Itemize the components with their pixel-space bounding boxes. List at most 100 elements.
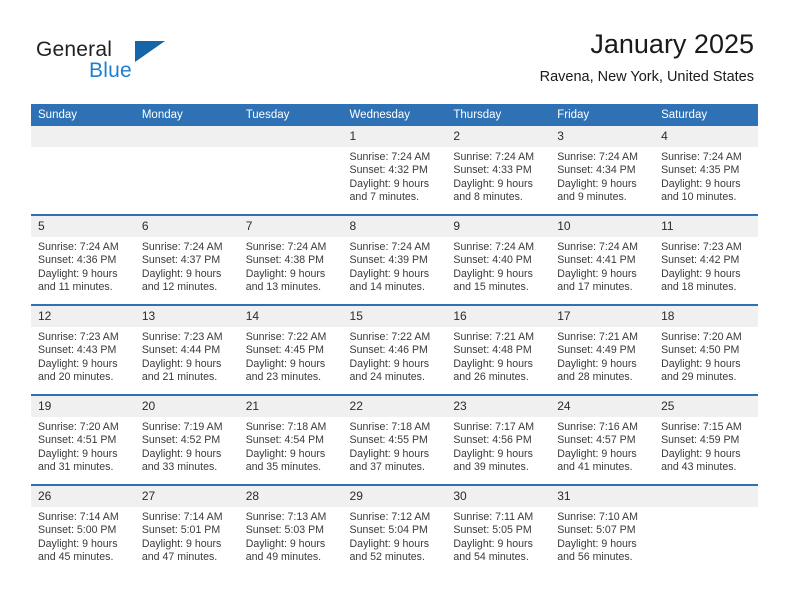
calendar-day-cell[interactable]: 20 Sunrise: 7:19 AM Sunset: 4:52 PM Dayligh… bbox=[134, 394, 239, 485]
day-details: Sunrise: 7:20 AM Sunset: 4:50 PM Daylight:… bbox=[654, 327, 758, 385]
calendar-day-cell[interactable]: 13 Sunrise: 7:23 AM Sunset: 4:44 PM Dayligh… bbox=[134, 304, 239, 395]
day-details: Sunrise: 7:23 AM Sunset: 4:44 PM Daylight:… bbox=[135, 327, 239, 385]
daylight-text-line1: Daylight: 9 hours bbox=[557, 357, 637, 370]
day-number: 14 bbox=[238, 306, 343, 327]
calendar-day-cell[interactable]: 10 Sunrise: 7:24 AM Sunset: 4:41 PM Dayligh… bbox=[550, 214, 655, 305]
calendar-day-cell[interactable]: 16 Sunrise: 7:21 AM Sunset: 4:48 PM Dayligh… bbox=[446, 304, 551, 395]
day-number: 26 bbox=[31, 486, 135, 507]
calendar-day-cell[interactable]: 28 Sunrise: 7:13 AM Sunset: 5:03 PM Dayligh… bbox=[238, 484, 343, 574]
calendar-day-cell[interactable]: 29 Sunrise: 7:12 AM Sunset: 5:04 PM Dayligh… bbox=[342, 484, 447, 574]
sunrise-text: Sunrise: 7:12 AM bbox=[349, 511, 431, 523]
calendar-day-cell[interactable]: 5 Sunrise: 7:24 AM Sunset: 4:36 PM Daylight… bbox=[31, 214, 135, 305]
daylight-text-line2: and 31 minutes. bbox=[38, 461, 114, 474]
daylight-text-line1: Daylight: 9 hours bbox=[557, 447, 637, 460]
daylight-text-line1: Daylight: 9 hours bbox=[349, 537, 430, 550]
day-details: Sunrise: 7:21 AM Sunset: 4:48 PM Daylight:… bbox=[446, 327, 550, 385]
calendar-page: General Blue January 2025 Ravena, New Yo… bbox=[0, 0, 792, 612]
daylight-text-line1: Daylight: 9 hours bbox=[141, 267, 222, 280]
day-number: 7 bbox=[238, 216, 343, 237]
day-details: Sunrise: 7:24 AM Sunset: 4:39 PM Daylight:… bbox=[343, 237, 447, 295]
calendar-day-cell[interactable]: 12 Sunrise: 7:23 AM Sunset: 4:43 PM Dayligh… bbox=[31, 304, 135, 395]
sunrise-text: Sunrise: 7:23 AM bbox=[661, 241, 742, 253]
calendar-day-cell[interactable]: 27 Sunrise: 7:14 AM Sunset: 5:01 PM Dayligh… bbox=[134, 484, 239, 574]
sunset-text: Sunset: 4:51 PM bbox=[38, 434, 117, 447]
calendar-day-cell[interactable]: 18 Sunrise: 7:20 AM Sunset: 4:50 PM Dayligh… bbox=[654, 304, 758, 395]
sunrise-text: Sunrise: 7:23 AM bbox=[141, 331, 223, 343]
calendar-day-cell[interactable]: 24 Sunrise: 7:16 AM Sunset: 4:57 PM Dayligh… bbox=[550, 394, 655, 485]
calendar-day-cell[interactable]: 25 Sunrise: 7:15 AM Sunset: 4:59 PM Dayligh… bbox=[654, 394, 758, 485]
daylight-text-line2: and 8 minutes. bbox=[453, 191, 523, 204]
daylight-text-line1: Daylight: 9 hours bbox=[245, 267, 326, 280]
daylight-text-line2: and 45 minutes. bbox=[38, 551, 114, 564]
sunset-text: Sunset: 4:43 PM bbox=[38, 344, 117, 357]
daylight-text-line1: Daylight: 9 hours bbox=[661, 267, 741, 280]
day-details: Sunrise: 7:24 AM Sunset: 4:36 PM Daylight:… bbox=[31, 237, 135, 295]
sunrise-text: Sunrise: 7:24 AM bbox=[661, 151, 742, 163]
day-details: Sunrise: 7:14 AM Sunset: 5:00 PM Daylight:… bbox=[31, 507, 135, 565]
daylight-text-line2: and 54 minutes. bbox=[453, 551, 529, 564]
daylight-text-line2: and 14 minutes. bbox=[349, 281, 425, 294]
sunset-text: Sunset: 4:33 PM bbox=[453, 164, 532, 177]
sunset-text: Sunset: 4:45 PM bbox=[245, 344, 325, 357]
weekday-header-monday: Monday bbox=[134, 104, 239, 126]
day-details: Sunrise: 7:15 AM Sunset: 4:59 PM Daylight:… bbox=[654, 417, 758, 475]
day-number: 24 bbox=[550, 396, 655, 417]
calendar-day-cell[interactable]: 30 Sunrise: 7:11 AM Sunset: 5:05 PM Dayligh… bbox=[446, 484, 551, 574]
sunrise-text: Sunrise: 7:23 AM bbox=[38, 331, 119, 343]
sunrise-text: Sunrise: 7:10 AM bbox=[557, 511, 638, 523]
daylight-text-line2: and 52 minutes. bbox=[349, 551, 425, 564]
daylight-text-line1: Daylight: 9 hours bbox=[141, 537, 222, 550]
calendar-day-cell[interactable]: 21 Sunrise: 7:18 AM Sunset: 4:54 PM Dayligh… bbox=[238, 394, 343, 485]
day-number bbox=[238, 126, 343, 147]
sunset-text: Sunset: 4:39 PM bbox=[349, 254, 428, 267]
calendar-day-cell[interactable]: 3 Sunrise: 7:24 AM Sunset: 4:34 PM Daylight… bbox=[550, 126, 655, 215]
calendar-day-cell[interactable]: 22 Sunrise: 7:18 AM Sunset: 4:55 PM Dayligh… bbox=[342, 394, 447, 485]
calendar-day-cell[interactable]: 7 Sunrise: 7:24 AM Sunset: 4:38 PM Daylight… bbox=[238, 214, 343, 305]
sunrise-text: Sunrise: 7:11 AM bbox=[453, 511, 534, 523]
daylight-text-line2: and 33 minutes. bbox=[141, 461, 218, 474]
day-number: 13 bbox=[134, 306, 239, 327]
day-details: Sunrise: 7:23 AM Sunset: 4:43 PM Daylight:… bbox=[31, 327, 135, 385]
daylight-text-line1: Daylight: 9 hours bbox=[557, 267, 637, 280]
calendar-day-cell[interactable]: 9 Sunrise: 7:24 AM Sunset: 4:40 PM Daylight… bbox=[446, 214, 551, 305]
calendar-day-cell[interactable]: 2 Sunrise: 7:24 AM Sunset: 4:33 PM Daylight… bbox=[446, 126, 551, 215]
weekday-header-wednesday: Wednesday bbox=[342, 104, 447, 126]
sunrise-text: Sunrise: 7:20 AM bbox=[661, 331, 742, 343]
sunset-text: Sunset: 4:49 PM bbox=[557, 344, 636, 357]
day-details: Sunrise: 7:10 AM Sunset: 5:07 PM Daylight:… bbox=[550, 507, 654, 565]
sunrise-text: Sunrise: 7:24 AM bbox=[245, 241, 327, 253]
daylight-text-line2: and 39 minutes. bbox=[453, 461, 529, 474]
sunset-text: Sunset: 4:55 PM bbox=[349, 434, 428, 447]
sunset-text: Sunset: 4:35 PM bbox=[661, 164, 740, 177]
calendar-day-cell[interactable]: 31 Sunrise: 7:10 AM Sunset: 5:07 PM Dayligh… bbox=[550, 484, 655, 574]
day-details: Sunrise: 7:24 AM Sunset: 4:38 PM Daylight:… bbox=[239, 237, 343, 295]
sunset-text: Sunset: 4:41 PM bbox=[557, 254, 636, 267]
sunset-text: Sunset: 4:38 PM bbox=[245, 254, 325, 267]
day-number: 4 bbox=[654, 126, 758, 147]
sunrise-text: Sunrise: 7:21 AM bbox=[557, 331, 638, 343]
daylight-text-line2: and 35 minutes. bbox=[245, 461, 322, 474]
daylight-text-line2: and 10 minutes. bbox=[661, 191, 737, 204]
calendar-day-cell[interactable]: 1 Sunrise: 7:24 AM Sunset: 4:32 PM Daylight… bbox=[342, 126, 447, 215]
logo-text-blue: Blue bbox=[89, 59, 132, 82]
day-number: 11 bbox=[654, 216, 758, 237]
sunrise-text: Sunrise: 7:16 AM bbox=[557, 421, 638, 433]
calendar-day-cell[interactable]: 17 Sunrise: 7:21 AM Sunset: 4:49 PM Dayligh… bbox=[550, 304, 655, 395]
sunrise-text: Sunrise: 7:24 AM bbox=[453, 151, 535, 163]
logo-triangle-icon bbox=[135, 41, 165, 62]
day-details: Sunrise: 7:20 AM Sunset: 4:51 PM Daylight:… bbox=[31, 417, 135, 475]
calendar-day-cell[interactable]: 26 Sunrise: 7:14 AM Sunset: 5:00 PM Dayligh… bbox=[31, 484, 135, 574]
day-number: 31 bbox=[550, 486, 655, 507]
sunrise-text: Sunrise: 7:24 AM bbox=[141, 241, 223, 253]
calendar-day-cell[interactable]: 11 Sunrise: 7:23 AM Sunset: 4:42 PM Dayligh… bbox=[654, 214, 758, 305]
sunset-text: Sunset: 4:36 PM bbox=[38, 254, 117, 267]
calendar-day-cell[interactable]: 8 Sunrise: 7:24 AM Sunset: 4:39 PM Daylight… bbox=[342, 214, 447, 305]
calendar-day-cell[interactable]: 6 Sunrise: 7:24 AM Sunset: 4:37 PM Daylight… bbox=[134, 214, 239, 305]
sunset-text: Sunset: 5:00 PM bbox=[38, 524, 117, 537]
calendar-day-cell[interactable]: 15 Sunrise: 7:22 AM Sunset: 4:46 PM Dayligh… bbox=[342, 304, 447, 395]
calendar-day-cell[interactable]: 19 Sunrise: 7:20 AM Sunset: 4:51 PM Dayligh… bbox=[31, 394, 135, 485]
calendar-day-cell[interactable]: 23 Sunrise: 7:17 AM Sunset: 4:56 PM Dayligh… bbox=[446, 394, 551, 485]
calendar-day-cell[interactable]: 4 Sunrise: 7:24 AM Sunset: 4:35 PM Daylight… bbox=[654, 126, 758, 215]
calendar-day-cell[interactable]: 14 Sunrise: 7:22 AM Sunset: 4:45 PM Dayligh… bbox=[238, 304, 343, 395]
day-number bbox=[134, 126, 239, 147]
